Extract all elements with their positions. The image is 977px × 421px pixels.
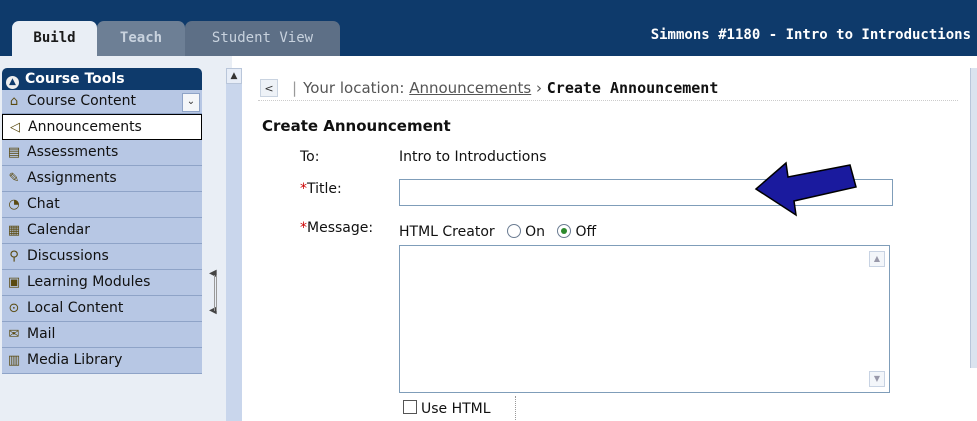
course-title: Simmons #1180 - Intro to Introductions — [650, 27, 971, 43]
html-creator-off-radio[interactable] — [557, 224, 572, 238]
required-marker: * — [300, 220, 307, 236]
message-label: *Message: — [300, 220, 373, 236]
sidebar-item-label: Chat — [27, 196, 60, 212]
back-arrow-icon[interactable]: < — [260, 79, 278, 97]
divider — [515, 396, 516, 420]
sidebar-item-assessments[interactable]: ▤ Assessments — [2, 140, 202, 166]
html-creator-off-label[interactable]: Off — [575, 224, 596, 240]
sidebar-item-label: Announcements — [28, 119, 142, 135]
document-icon: ▣ — [7, 275, 21, 290]
html-creator-row: HTML Creator On Off — [399, 224, 596, 240]
to-label: To: — [300, 149, 320, 165]
breadcrumb-arrow-icon: › — [536, 79, 542, 97]
sidebar-scroll-up-button[interactable]: ▲ — [226, 68, 242, 84]
megaphone-icon: ◁ — [10, 120, 20, 135]
tab-build[interactable]: Build — [12, 21, 97, 56]
breadcrumb: < | Your location: Announcements › Create… — [258, 78, 958, 101]
course-tools-sidebar: ▲ Course Tools ⌂ Course Content ⌄ ◁ Announc… — [2, 68, 202, 374]
sidebar-item-course-content[interactable]: ⌂ Course Content ⌄ — [2, 90, 202, 114]
title-label: *Title: — [300, 181, 342, 197]
sidebar-item-learning-modules[interactable]: ▣ Learning Modules — [2, 270, 202, 296]
sidebar-item-mail[interactable]: ✉ Mail — [2, 322, 202, 348]
page-title: Create Announcement — [262, 117, 451, 135]
to-value: Intro to Introductions — [399, 149, 547, 165]
sidebar-item-label: Media Library — [27, 352, 123, 368]
clipboard-icon: ▤ — [7, 145, 21, 160]
pointer-arrow-annotation — [754, 161, 857, 217]
breadcrumb-link-announcements[interactable]: Announcements — [409, 79, 531, 97]
sidebar-item-label: Local Content — [27, 300, 124, 316]
use-html-checkbox[interactable] — [403, 400, 417, 414]
sidebar-item-assignments[interactable]: ✎ Assignments — [2, 166, 202, 192]
message-label-text: Message: — [307, 220, 374, 236]
sidebar-item-calendar[interactable]: ▦ Calendar — [2, 218, 202, 244]
collapse-up-icon[interactable]: ▲ — [6, 76, 19, 89]
speech-bubble-icon: ◔ — [8, 197, 20, 212]
html-creator-on-label[interactable]: On — [525, 224, 545, 240]
envelope-icon: ✉ — [8, 327, 20, 342]
calendar-icon: ▦ — [7, 223, 21, 238]
scroll-up-icon[interactable]: ▲ — [869, 251, 885, 267]
sidebar-item-chat[interactable]: ◔ Chat — [2, 192, 202, 218]
pushpin-icon: ⚲ — [9, 249, 19, 264]
breadcrumb-prefix: Your location: — [303, 79, 405, 97]
disc-icon: ⊙ — [8, 301, 20, 316]
house-icon: ⌂ — [9, 94, 19, 109]
sidebar-item-label: Assignments — [27, 170, 117, 186]
use-html-label[interactable]: Use HTML — [421, 401, 491, 417]
html-creator-label: HTML Creator — [399, 224, 495, 240]
pencil-icon: ✎ — [8, 171, 20, 186]
breadcrumb-separator: | — [292, 79, 298, 97]
sidebar-scrollbar[interactable] — [226, 84, 242, 421]
course-tools-title: Course Tools — [25, 71, 125, 87]
sidebar-item-label: Calendar — [27, 222, 90, 238]
tab-teach[interactable]: Teach — [97, 21, 185, 56]
sidebar-item-label: Assessments — [27, 144, 119, 160]
use-html-row[interactable]: Use HTML — [403, 400, 491, 417]
scroll-down-icon[interactable]: ▼ — [869, 371, 885, 387]
main-content: < | Your location: Announcements › Create… — [242, 56, 977, 421]
message-textarea[interactable]: ▲ ▼ — [399, 245, 890, 393]
resize-grip[interactable] — [214, 275, 217, 311]
top-header: Build Teach Student View Simmons #1180 -… — [0, 0, 977, 56]
course-tools-header[interactable]: ▲ Course Tools — [2, 68, 202, 90]
tab-student-view[interactable]: Student View — [185, 21, 340, 56]
sidebar-item-label: Learning Modules — [27, 274, 151, 290]
breadcrumb-text: | Your location: Announcements › Create A… — [292, 79, 718, 97]
media-icon: ▥ — [7, 353, 21, 368]
sidebar-item-announcements[interactable]: ◁ Announcements — [2, 114, 202, 140]
sidebar-item-media-library[interactable]: ▥ Media Library — [2, 348, 202, 374]
sidebar-item-local-content[interactable]: ⊙ Local Content — [2, 296, 202, 322]
main-scrollbar[interactable] — [970, 68, 977, 368]
html-creator-on-radio[interactable] — [507, 224, 522, 238]
required-marker: * — [300, 181, 307, 197]
breadcrumb-current: Create Announcement — [546, 79, 719, 97]
chevron-down-icon[interactable]: ⌄ — [182, 93, 200, 112]
sidebar-item-discussions[interactable]: ⚲ Discussions — [2, 244, 202, 270]
sidebar-item-label: Discussions — [27, 248, 109, 264]
sidebar-item-label: Course Content — [27, 93, 137, 109]
sidebar-item-label: Mail — [27, 326, 56, 342]
title-label-text: Title: — [307, 181, 342, 197]
